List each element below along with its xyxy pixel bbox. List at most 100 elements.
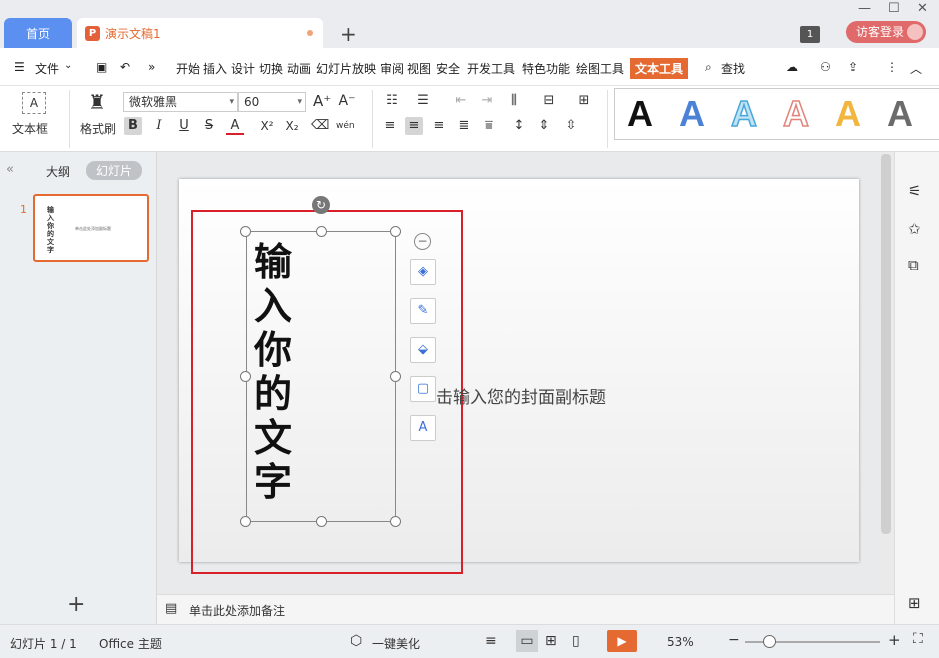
vertical-title-text[interactable]: 输入你的文字: [249, 240, 297, 504]
zoom-in-icon[interactable]: +: [888, 631, 901, 649]
style-gold[interactable]: A: [835, 93, 861, 135]
paragraph-spacing-icon[interactable]: ⇕: [535, 117, 553, 135]
spacing-options-icon[interactable]: ⇳: [562, 117, 580, 135]
zoom-slider-thumb[interactable]: [763, 635, 776, 648]
menu-file[interactable]: 文件: [35, 60, 59, 77]
bullet-list-icon[interactable]: ☷: [383, 92, 401, 110]
menu-6[interactable]: 审阅: [380, 60, 404, 77]
style-black[interactable]: A: [627, 93, 653, 135]
window-count-badge[interactable]: 1: [800, 26, 820, 43]
style-blue-outline[interactable]: A: [730, 92, 758, 135]
new-tab-plus-icon[interactable]: +: [340, 22, 357, 46]
menu-4[interactable]: 动画: [287, 60, 311, 77]
animation-star-icon[interactable]: ✩: [908, 220, 921, 238]
share-icon[interactable]: ⇪: [848, 60, 858, 74]
resize-handle[interactable]: [316, 226, 327, 237]
menu-9[interactable]: 开发工具: [467, 60, 515, 77]
slide-sorter-icon[interactable]: ⊞: [545, 633, 557, 649]
style-red-outline[interactable]: A: [782, 92, 810, 135]
resize-handle[interactable]: [240, 371, 251, 382]
text-effects-icon[interactable]: A: [410, 415, 436, 441]
align-center-icon[interactable]: ≡: [405, 117, 423, 135]
distribute-icon[interactable]: ⩸: [480, 117, 498, 135]
rotate-handle-icon[interactable]: ↻: [312, 196, 330, 214]
theme-name[interactable]: Office 主题: [99, 635, 162, 652]
grid-view-icon[interactable]: ⊞: [908, 594, 921, 612]
menu-3[interactable]: 切换: [259, 60, 283, 77]
align-left-icon[interactable]: ≡: [381, 117, 399, 135]
style-gray[interactable]: A: [887, 93, 913, 135]
scroll-thumb[interactable]: [881, 154, 891, 534]
zoom-out-icon[interactable]: −: [728, 632, 740, 648]
collapse-panel-icon[interactable]: «: [6, 162, 14, 177]
more-vertical-icon[interactable]: ⋮: [886, 60, 898, 74]
subscript-button[interactable]: X₂: [283, 117, 301, 135]
save-icon[interactable]: ▣: [96, 60, 107, 74]
font-family-select[interactable]: 微软雅黑 ▾: [123, 92, 238, 112]
format-painter-icon[interactable]: ♜: [88, 90, 106, 114]
hamburger-icon[interactable]: ☰: [14, 60, 25, 74]
fit-window-icon[interactable]: ⛶: [913, 631, 923, 647]
style-blue[interactable]: A: [679, 93, 705, 135]
superscript-button[interactable]: X²: [258, 117, 276, 135]
search-label[interactable]: 查找: [721, 60, 745, 77]
more-chevron-icon[interactable]: »: [148, 60, 155, 74]
italic-button[interactable]: I: [150, 117, 168, 135]
tab-home[interactable]: 首页: [4, 18, 72, 48]
add-slide-icon[interactable]: +: [67, 592, 85, 617]
align-right-icon[interactable]: ≡: [430, 117, 448, 135]
resize-handle[interactable]: [390, 226, 401, 237]
undo-icon[interactable]: ↶: [120, 60, 130, 74]
subtitle-placeholder[interactable]: 击输入您的封面副标题: [436, 383, 606, 408]
eraser-icon[interactable]: ⌫: [311, 117, 329, 135]
menu-2[interactable]: 设计: [231, 60, 255, 77]
decrease-indent-icon[interactable]: ⇤: [452, 92, 470, 110]
notes-placeholder[interactable]: 单击此处添加备注: [189, 602, 285, 619]
transition-icon[interactable]: ⧉: [908, 256, 919, 274]
menu-8[interactable]: 安全: [436, 60, 460, 77]
justify-icon[interactable]: ≣: [455, 117, 473, 135]
numbered-list-icon[interactable]: ☰: [414, 92, 432, 110]
play-slideshow-icon[interactable]: ▶: [607, 630, 637, 652]
settings-sliders-icon[interactable]: ⚟: [908, 182, 921, 200]
vertical-scrollbar[interactable]: [879, 152, 894, 594]
textbox-icon[interactable]: A: [22, 92, 46, 114]
resize-handle[interactable]: [390, 516, 401, 527]
menu-0[interactable]: 开始: [176, 60, 200, 77]
layers-icon[interactable]: ◈: [410, 259, 436, 285]
login-button[interactable]: 访客登录: [846, 21, 926, 43]
menu-11[interactable]: 绘图工具: [576, 60, 624, 77]
beautify-button[interactable]: 一键美化: [372, 635, 420, 652]
text-direction-icon[interactable]: ⫼: [505, 92, 523, 110]
menu-7[interactable]: 视图: [407, 60, 431, 77]
reading-view-icon[interactable]: ▯: [572, 633, 580, 649]
zoom-level[interactable]: 53%: [667, 635, 694, 649]
decrease-font-icon[interactable]: A⁻: [338, 92, 356, 110]
resize-handle[interactable]: [316, 516, 327, 527]
user-add-icon[interactable]: ⚇: [820, 60, 831, 74]
phonetic-guide-button[interactable]: wén: [336, 117, 355, 135]
outline-icon[interactable]: ▢: [410, 376, 436, 402]
bold-button[interactable]: B: [124, 117, 142, 135]
resize-handle[interactable]: [240, 226, 251, 237]
collapse-ribbon-icon[interactable]: ︿: [910, 60, 922, 77]
strikethrough-button[interactable]: S: [200, 117, 218, 135]
format-painter-button[interactable]: 格式刷: [80, 120, 116, 137]
resize-handle[interactable]: [240, 516, 251, 527]
font-color-button[interactable]: A: [226, 117, 244, 135]
view-menu-icon[interactable]: ≡: [485, 633, 497, 649]
fill-icon[interactable]: ⬙: [410, 337, 436, 363]
beautify-icon[interactable]: ⬡: [350, 633, 362, 649]
collapse-toolbar-icon[interactable]: −: [414, 233, 431, 250]
resize-handle[interactable]: [390, 371, 401, 382]
font-size-select[interactable]: 60 ▾: [238, 92, 306, 112]
maximize-icon[interactable]: ☐: [888, 1, 900, 16]
increase-indent-icon[interactable]: ⇥: [478, 92, 496, 110]
slide-thumbnail[interactable]: 输入你的文字 单击此处添加副标题: [33, 194, 149, 262]
align-text-icon[interactable]: ⊟: [540, 92, 558, 110]
tab-slides[interactable]: 幻灯片: [86, 161, 143, 180]
cloud-icon[interactable]: ☁: [786, 60, 798, 74]
close-icon[interactable]: ✕: [917, 1, 928, 16]
menu-10[interactable]: 特色功能: [522, 60, 570, 77]
tab-outline[interactable]: 大纲: [46, 163, 70, 180]
